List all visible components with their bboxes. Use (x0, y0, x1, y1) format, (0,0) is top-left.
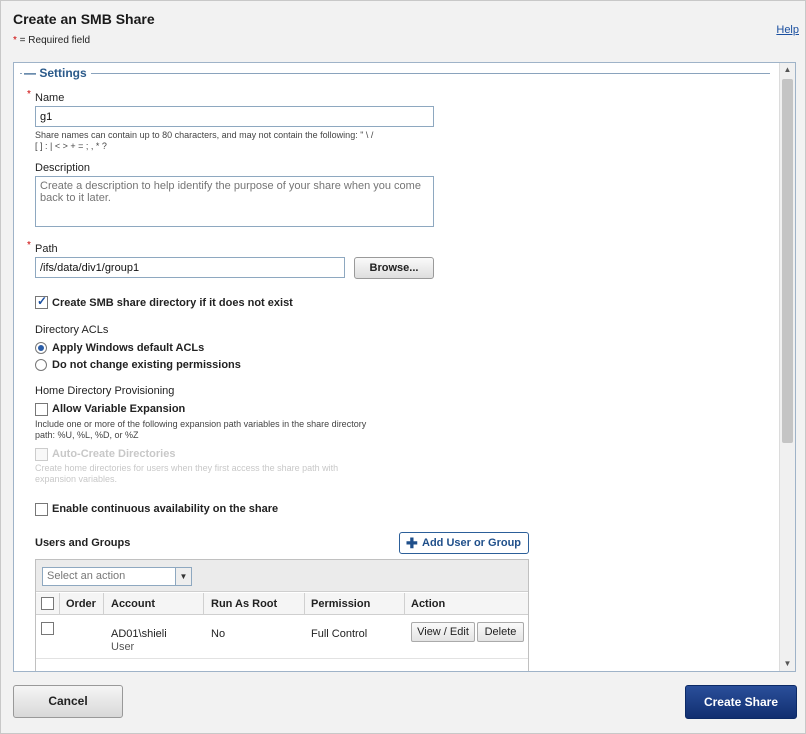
description-textarea[interactable] (35, 176, 434, 227)
variable-hint-line2: path: %U, %L, %D, or %Z (35, 430, 139, 440)
action-select-value: Select an action (47, 570, 126, 582)
table-header: Order Account Run As Root Permission Act… (36, 593, 528, 615)
name-hint-line1: Share names can contain up to 80 charact… (35, 130, 374, 140)
apply-default-acls-label: Apply Windows default ACLs (52, 342, 205, 354)
required-note: * = Required field (13, 35, 90, 46)
keep-permissions-label: Do not change existing permissions (52, 359, 241, 371)
column-divider (304, 593, 305, 615)
column-order[interactable]: Order (66, 598, 96, 610)
continuous-availability-checkbox[interactable] (35, 503, 48, 516)
action-select[interactable]: Select an action ▼ (42, 567, 192, 586)
dialog-title: Create an SMB Share (13, 11, 155, 27)
continuous-availability-label: Enable continuous availability on the sh… (52, 503, 279, 515)
chevron-down-icon[interactable]: ▼ (175, 568, 191, 585)
collapse-icon: — (24, 66, 36, 80)
column-divider (203, 593, 204, 615)
auto-create-label: Auto-Create Directories (52, 448, 176, 460)
browse-button[interactable]: Browse... (354, 257, 434, 279)
description-label: Description (35, 162, 91, 174)
variable-expansion-hint: Include one or more of the following exp… (35, 419, 445, 441)
settings-legend[interactable]: — Settings (22, 66, 91, 80)
row-checkbox[interactable] (41, 622, 54, 635)
cancel-button[interactable]: Cancel (13, 685, 123, 718)
row-permission: Full Control (311, 628, 368, 640)
auto-create-hint: Create home directories for users when t… (35, 463, 445, 485)
column-account[interactable]: Account (111, 598, 155, 610)
row-account-type: User (111, 641, 135, 653)
view-edit-button[interactable]: View / Edit (411, 622, 475, 642)
apply-default-acls-radio[interactable] (35, 342, 47, 354)
plus-icon: ✚ (406, 535, 418, 551)
column-permission[interactable]: Permission (311, 598, 370, 610)
variable-expansion-label: Allow Variable Expansion (52, 403, 186, 415)
create-dir-label: Create SMB share directory if it does no… (52, 297, 293, 309)
help-link[interactable]: Help (776, 24, 799, 36)
table-toolbar: Select an action ▼ (36, 560, 528, 592)
auto-create-checkbox[interactable] (35, 448, 48, 461)
home-dir-heading: Home Directory Provisioning (35, 385, 175, 397)
add-user-or-group-button[interactable]: ✚ Add User or Group (399, 532, 529, 554)
create-share-button[interactable]: Create Share (685, 685, 797, 719)
column-divider (59, 593, 60, 615)
column-divider (103, 593, 104, 615)
acls-heading: Directory ACLs (35, 324, 109, 336)
users-groups-table: Select an action ▼ Order Account Run As … (35, 559, 529, 671)
legend-divider (20, 73, 770, 74)
scrollbar-thumb[interactable] (782, 79, 793, 443)
path-required-star: * (27, 240, 31, 251)
vertical-scrollbar[interactable]: ▲ ▼ (779, 63, 795, 671)
scroll-down-icon[interactable]: ▼ (780, 657, 795, 671)
row-account: AD01\shieli (111, 628, 167, 640)
auto-hint-line1: Create home directories for users when t… (35, 463, 339, 473)
variable-expansion-checkbox[interactable] (35, 403, 48, 416)
users-groups-heading: Users and Groups (35, 537, 131, 549)
row-divider (36, 658, 528, 659)
column-action[interactable]: Action (411, 598, 445, 610)
auto-hint-line2: expansion variables. (35, 474, 118, 484)
select-all-checkbox[interactable] (41, 597, 54, 610)
create-dir-checkbox[interactable] (35, 294, 48, 309)
name-required-star: * (27, 89, 31, 100)
required-note-text: = Required field (16, 35, 91, 46)
column-divider (404, 593, 405, 615)
variable-hint-line1: Include one or more of the following exp… (35, 419, 367, 429)
path-label: Path (35, 243, 58, 255)
path-input[interactable] (35, 257, 345, 278)
settings-legend-label: Settings (39, 66, 87, 80)
name-input[interactable] (35, 106, 434, 127)
name-label: Name (35, 92, 65, 104)
scroll-up-icon[interactable]: ▲ (780, 63, 795, 77)
settings-scroll-area: — Settings * Name Share names can contai… (14, 63, 779, 671)
delete-button[interactable]: Delete (477, 622, 524, 642)
create-smb-share-dialog: Create an SMB Share * = Required field H… (0, 0, 806, 734)
add-user-or-group-label: Add User or Group (422, 537, 522, 549)
name-hint: Share names can contain up to 80 charact… (35, 130, 445, 152)
row-run-as-root: No (211, 628, 226, 640)
name-hint-line2: [ ] : | < > + = ; , * ? (35, 141, 107, 151)
keep-permissions-radio[interactable] (35, 359, 47, 371)
settings-panel: — Settings * Name Share names can contai… (13, 62, 796, 672)
column-run-as-root[interactable]: Run As Root (211, 598, 277, 610)
